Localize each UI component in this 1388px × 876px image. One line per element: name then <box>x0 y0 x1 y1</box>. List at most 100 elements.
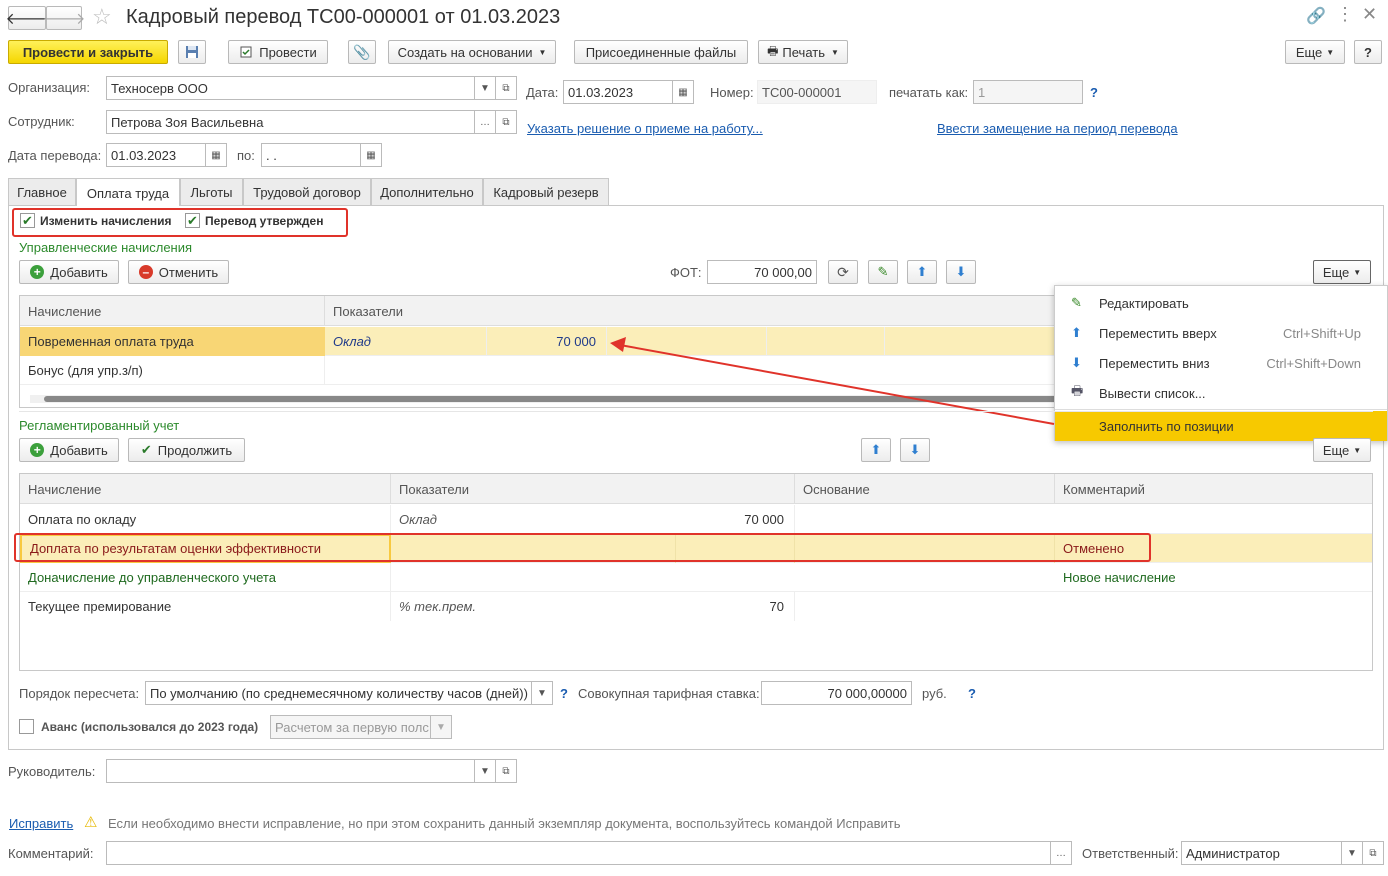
col-basis[interactable]: Основание <box>795 474 1055 504</box>
to-date-calendar[interactable]: ▦ <box>360 143 382 167</box>
print-as-label: печатать как: <box>889 85 969 100</box>
print-button[interactable]: 🖶 Печать ▼ <box>758 40 848 64</box>
comment-field[interactable] <box>106 841 1052 865</box>
row-comment <box>1055 592 1374 621</box>
tab-personnel-reserve[interactable]: Кадровый резерв <box>483 178 609 205</box>
responsible-dropdown[interactable]: ▼ <box>1341 841 1363 865</box>
employee-field[interactable]: Петрова Зоя Васильевна <box>106 110 476 134</box>
fot-field[interactable]: 70 000,00 <box>707 260 817 284</box>
menu-item-label: Переместить вниз <box>1099 355 1210 371</box>
link-icon[interactable]: 🔗 <box>1306 6 1326 26</box>
menu-item-edit[interactable]: ✎ Редактировать <box>1055 288 1387 318</box>
replacement-link[interactable]: Ввести замещение на период перевода <box>937 121 1178 136</box>
attach-button[interactable]: 📎 <box>348 40 376 64</box>
mgmt-more-button[interactable]: Еще ▼ <box>1313 260 1371 284</box>
date-calendar[interactable]: ▦ <box>672 80 694 104</box>
responsible-open[interactable]: ⧉ <box>1362 841 1384 865</box>
favorite-star-icon[interactable]: ☆ <box>92 4 112 30</box>
print-as-field[interactable]: 1 <box>973 80 1083 104</box>
table-row[interactable]: Оплата по окладу Оклад 70 000 <box>20 505 1372 534</box>
help-button[interactable]: ? <box>1354 40 1382 64</box>
menu-item-fill-by-position[interactable]: Заполнить по позиции <box>1055 411 1387 441</box>
reg-move-down-button[interactable]: ⬇ <box>900 438 930 462</box>
move-down-button[interactable]: ⬇ <box>946 260 976 284</box>
tab-labor-contract[interactable]: Трудовой договор <box>243 178 371 205</box>
help-icon[interactable]: ? <box>1090 85 1098 100</box>
advance-checkbox[interactable]: Аванс (использовался до 2023 года) <box>19 719 258 734</box>
reg-table: Начисление Показатели Основание Коммента… <box>19 473 1373 671</box>
context-menu: ✎ Редактировать ⬆ Переместить вверх Ctrl… <box>1054 285 1388 441</box>
mgmt-add-button[interactable]: + Добавить <box>19 260 119 284</box>
row-value: 70 000 <box>676 505 795 534</box>
transfer-date-calendar[interactable]: ▦ <box>205 143 227 167</box>
annotation-box-row <box>14 533 1151 562</box>
table-row[interactable]: Текущее премирование % тек.прем. 70 <box>20 592 1372 621</box>
col-indicators[interactable]: Показатели <box>391 474 795 504</box>
tab-benefits[interactable]: Льготы <box>180 178 243 205</box>
hire-decision-link[interactable]: Указать решение о приеме на работу... <box>527 121 763 136</box>
col-accrual[interactable]: Начисление <box>20 474 391 504</box>
chevron-down-icon: ▼ <box>480 82 490 94</box>
fix-link[interactable]: Исправить <box>9 816 73 831</box>
tab-payment[interactable]: Оплата труда <box>76 178 180 207</box>
organization-field[interactable]: Техносерв ООО <box>106 76 476 100</box>
create-based-on-button[interactable]: Создать на основании ▼ <box>388 40 556 64</box>
more-button[interactable]: Еще ▼ <box>1285 40 1345 64</box>
reg-add-button[interactable]: + Добавить <box>19 438 119 462</box>
help-icon[interactable]: ? <box>968 686 976 701</box>
save-icon <box>186 46 198 58</box>
total-rate-field[interactable]: 70 000,00000 <box>761 681 912 705</box>
date-field[interactable]: 01.03.2023 <box>563 80 673 104</box>
save-button[interactable] <box>178 40 206 64</box>
number-field[interactable]: ТС00-000001 <box>757 80 877 104</box>
post-and-close-button[interactable]: Провести и закрыть <box>8 40 168 64</box>
col-comment[interactable]: Комментарий <box>1055 474 1374 504</box>
arrow-down-icon: ⬇ <box>909 442 921 457</box>
scrollbar-thumb[interactable] <box>44 396 1074 402</box>
menu-icon[interactable]: ⋮ <box>1336 4 1354 25</box>
transfer-date-field[interactable]: 01.03.2023 <box>106 143 206 167</box>
to-date-field[interactable]: . . <box>261 143 361 167</box>
responsible-label: Ответственный: <box>1082 846 1179 861</box>
help-icon[interactable]: ? <box>560 686 568 701</box>
advance-dropdown[interactable]: ▼ <box>430 715 452 739</box>
open-icon: ⧉ <box>1369 847 1377 859</box>
refresh-button[interactable]: ⟳ <box>828 260 858 284</box>
attached-files-button[interactable]: Присоединенные файлы <box>574 40 748 64</box>
manager-open[interactable]: ⧉ <box>495 759 517 783</box>
tab-main[interactable]: Главное <box>8 178 76 205</box>
comment-expand[interactable]: … <box>1050 841 1072 865</box>
print-as-value: 1 <box>978 84 986 100</box>
reg-more-button[interactable]: Еще ▼ <box>1313 438 1371 462</box>
manager-field[interactable] <box>106 759 476 783</box>
menu-item-move-up[interactable]: ⬆ Переместить вверх Ctrl+Shift+Up <box>1055 318 1387 348</box>
recalc-dropdown[interactable]: ▼ <box>531 681 553 705</box>
mgmt-cancel-button[interactable]: – Отменить <box>128 260 229 284</box>
row-value: 70 <box>676 592 795 621</box>
chevron-down-icon: ▼ <box>480 765 490 777</box>
menu-item-move-down[interactable]: ⬇ Переместить вниз Ctrl+Shift+Down <box>1055 348 1387 378</box>
post-button[interactable]: Провести <box>228 40 328 64</box>
edit-button[interactable]: ✎ <box>868 260 898 284</box>
table-row[interactable]: Доначисление до управленческого учета Но… <box>20 563 1372 592</box>
manager-dropdown[interactable]: ▼ <box>474 759 496 783</box>
move-up-button[interactable]: ⬆ <box>907 260 937 284</box>
back-button[interactable]: 🡐 <box>6 6 48 30</box>
col-accrual[interactable]: Начисление <box>20 296 325 326</box>
close-icon[interactable]: ✕ <box>1362 4 1377 25</box>
mgmt-add-label: Добавить <box>50 264 108 280</box>
menu-item-output-list[interactable]: 🖶 Вывести список... <box>1055 378 1387 408</box>
advance-field[interactable]: Расчетом за первую полс <box>270 715 432 739</box>
responsible-field[interactable]: Администратор <box>1181 841 1343 865</box>
employee-select[interactable]: … <box>474 110 496 134</box>
mgmt-cancel-label: Отменить <box>158 264 219 280</box>
employee-open[interactable]: ⧉ <box>495 110 517 134</box>
chevron-down-icon: ▼ <box>1353 445 1362 455</box>
recalc-field[interactable]: По умолчанию (по среднемесячному количес… <box>145 681 533 705</box>
organization-open[interactable]: ⧉ <box>495 76 517 100</box>
organization-dropdown[interactable]: ▼ <box>474 76 496 100</box>
forward-button[interactable]: 🡒 <box>43 6 85 30</box>
reg-continue-button[interactable]: ✔ Продолжить <box>128 438 245 462</box>
tab-additional[interactable]: Дополнительно <box>371 178 483 205</box>
reg-move-up-button[interactable]: ⬆ <box>861 438 891 462</box>
